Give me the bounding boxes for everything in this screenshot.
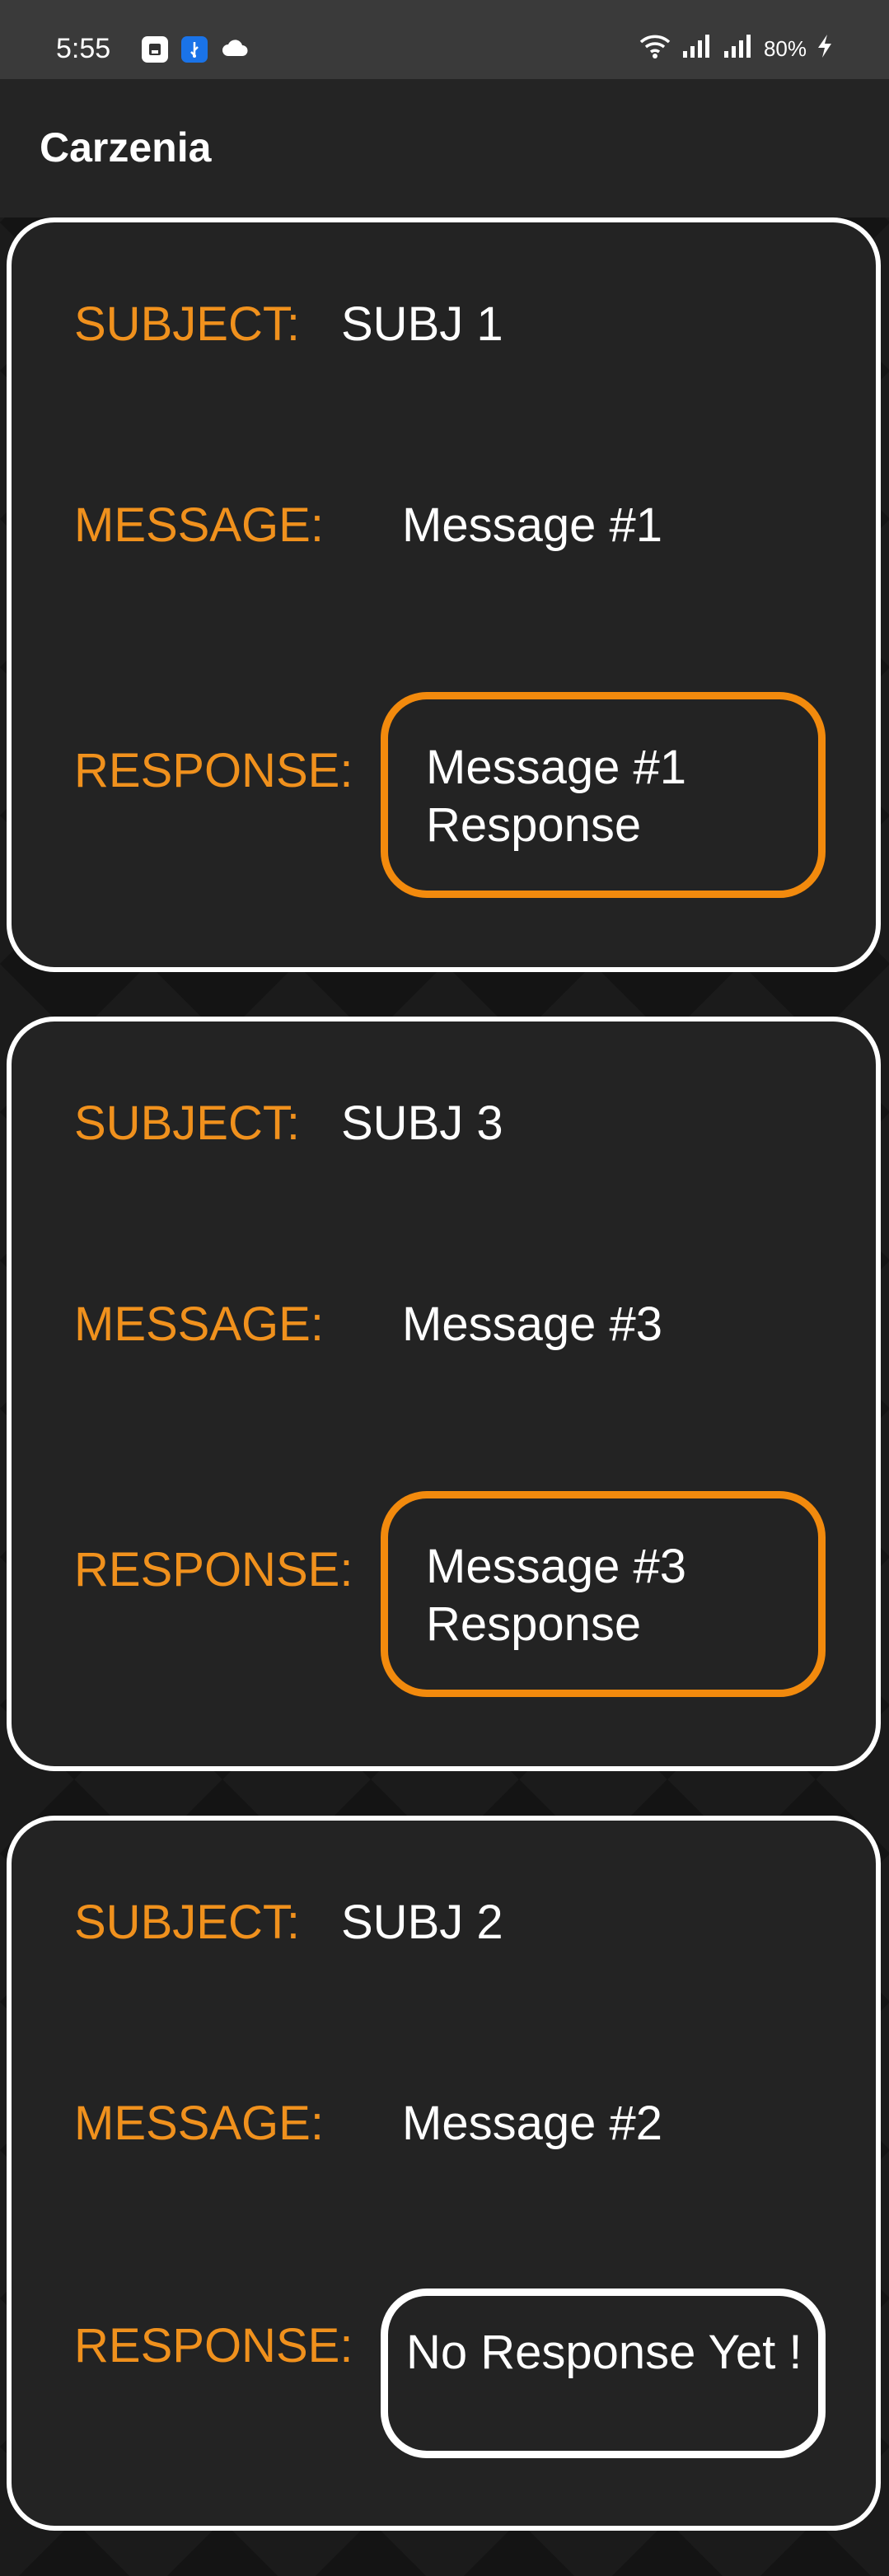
charging-icon bbox=[816, 34, 833, 64]
notification-icons bbox=[142, 36, 249, 63]
signal-icon bbox=[681, 33, 713, 65]
system-icons: 80% bbox=[639, 33, 833, 65]
app-bar: Carzenia bbox=[0, 79, 889, 217]
cloud-icon bbox=[221, 38, 249, 62]
message-card[interactable]: SUBJECT: SUBJ 2 MESSAGE: Message #2 RESP… bbox=[7, 1816, 881, 2531]
save-icon bbox=[142, 36, 168, 63]
response-box[interactable]: Message #1 Response bbox=[381, 692, 826, 898]
message-card[interactable]: SUBJECT: SUBJ 3 MESSAGE: Message #3 RESP… bbox=[7, 1017, 881, 1771]
app-title: Carzenia bbox=[40, 124, 212, 171]
message-value: Message #3 bbox=[402, 1297, 662, 1351]
wifi-icon bbox=[639, 33, 671, 65]
message-label: MESSAGE: bbox=[74, 1297, 324, 1351]
subject-label: SUBJECT: bbox=[74, 1896, 300, 1949]
subject-value: SUBJ 1 bbox=[341, 297, 503, 351]
status-bar: 5:55 80% bbox=[0, 0, 889, 79]
message-label: MESSAGE: bbox=[74, 498, 324, 552]
response-label: RESPONSE: bbox=[74, 744, 353, 797]
message-value: Message #1 bbox=[402, 498, 662, 552]
battery-percent: 80% bbox=[763, 36, 807, 61]
subject-label: SUBJECT: bbox=[74, 297, 300, 351]
status-time: 5:55 bbox=[56, 33, 111, 64]
usb-icon bbox=[181, 36, 208, 63]
signal-icon bbox=[723, 33, 754, 65]
response-label: RESPONSE: bbox=[74, 1543, 353, 1597]
message-card[interactable]: SUBJECT: SUBJ 1 MESSAGE: Message #1 RESP… bbox=[7, 217, 881, 972]
subject-label: SUBJECT: bbox=[74, 1096, 300, 1150]
subject-value: SUBJ 2 bbox=[341, 1896, 503, 1949]
response-label: RESPONSE: bbox=[74, 2319, 353, 2373]
response-box[interactable]: Message #3 Response bbox=[381, 1491, 826, 1697]
response-box[interactable]: No Response Yet ! bbox=[381, 2288, 826, 2458]
message-label: MESSAGE: bbox=[74, 2097, 324, 2150]
subject-value: SUBJ 3 bbox=[341, 1096, 503, 1150]
message-value: Message #2 bbox=[402, 2097, 662, 2150]
